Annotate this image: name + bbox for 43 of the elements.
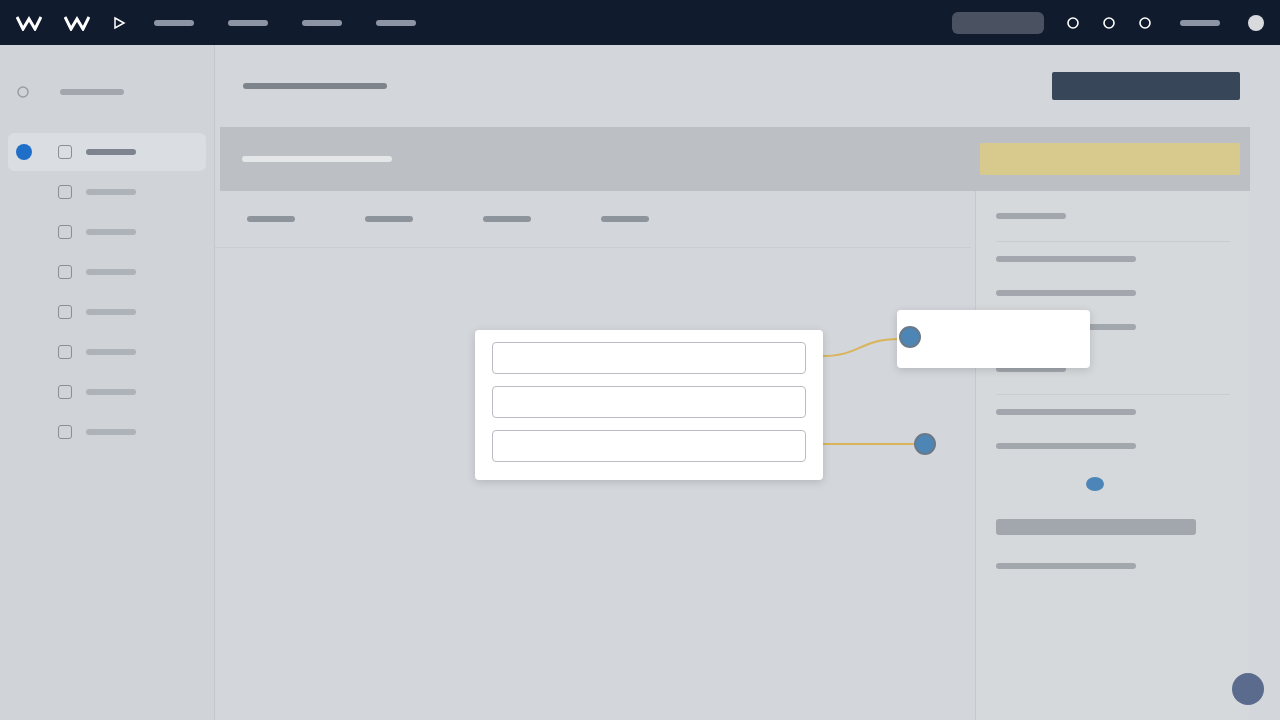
blob-icon	[1086, 477, 1104, 491]
nav-link[interactable]	[1180, 19, 1220, 26]
logo-icon[interactable]	[64, 14, 90, 31]
illegible-text	[86, 389, 136, 395]
input-field[interactable]	[492, 430, 806, 462]
nav-link[interactable]	[154, 19, 194, 26]
input-field[interactable]	[492, 342, 806, 374]
illegible-text	[86, 189, 136, 195]
item-icon	[58, 425, 72, 439]
circle-icon[interactable]	[1138, 15, 1152, 30]
nav-link[interactable]	[302, 19, 342, 26]
input-field[interactable]	[492, 386, 806, 418]
illegible-text	[86, 269, 136, 275]
node-dot[interactable]	[914, 433, 936, 455]
illegible-text	[86, 229, 136, 235]
help-button[interactable]	[1232, 673, 1264, 705]
avatar-icon[interactable]	[1248, 14, 1264, 31]
illegible-text	[60, 89, 124, 95]
circle-icon[interactable]	[1102, 15, 1116, 30]
illegible-text	[86, 309, 136, 315]
item-icon	[58, 265, 72, 279]
item-icon	[58, 305, 72, 319]
column-header	[247, 216, 295, 222]
illegible-text	[86, 149, 136, 155]
selected-dot-icon	[16, 144, 32, 160]
circle-icon[interactable]	[1066, 15, 1080, 30]
item-icon	[58, 385, 72, 399]
illegible-text	[86, 349, 136, 355]
nav-link[interactable]	[376, 19, 416, 26]
illegible-text	[86, 429, 136, 435]
nav-link[interactable]	[228, 19, 268, 26]
item-icon	[58, 345, 72, 359]
column-header	[483, 216, 531, 222]
item-icon	[58, 145, 72, 159]
play-icon[interactable]	[112, 15, 126, 30]
item-icon	[58, 225, 72, 239]
illegible-text	[996, 213, 1066, 219]
search-field[interactable]	[952, 11, 1044, 34]
sidebar-item[interactable]	[8, 133, 206, 171]
logo-icon[interactable]	[16, 14, 42, 31]
item-icon	[58, 185, 72, 199]
column-header	[601, 216, 649, 222]
column-header	[365, 216, 413, 222]
